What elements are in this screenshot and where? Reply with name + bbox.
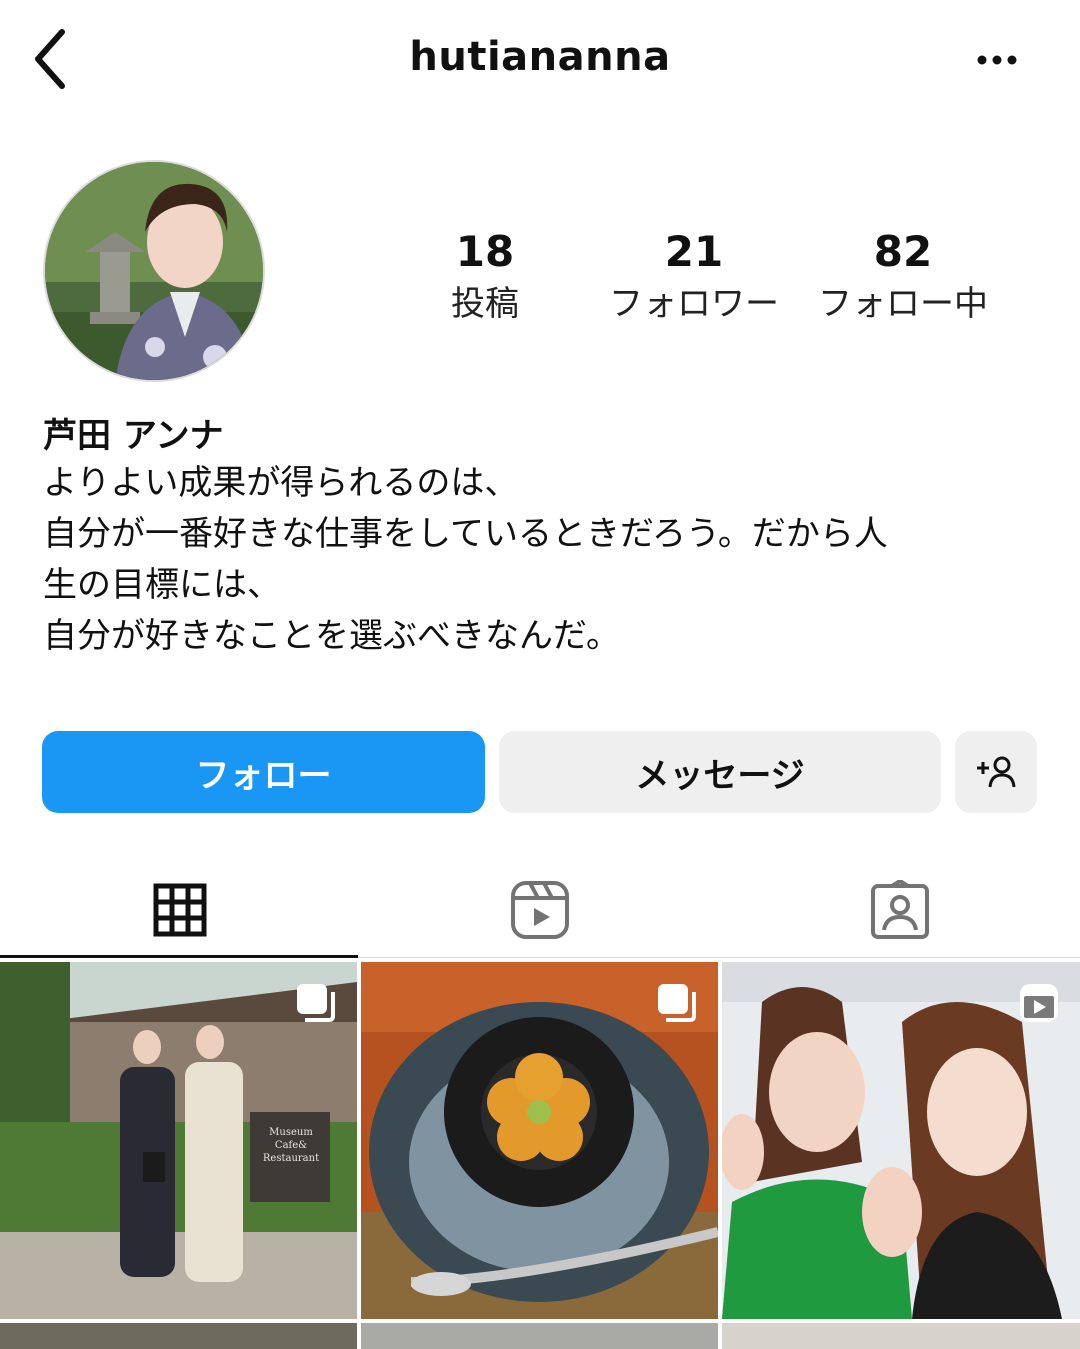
post-thumbnail-partial[interactable]: [0, 1323, 357, 1349]
tab-tagged[interactable]: [720, 865, 1080, 955]
grid-icon: [153, 883, 207, 937]
sign-line: Cafe&: [274, 1140, 308, 1151]
followers-label: フォロワー: [609, 284, 779, 324]
tab-reels[interactable]: [360, 865, 720, 955]
reel-icon: [1020, 984, 1058, 1022]
tab-grid[interactable]: [0, 865, 360, 955]
bio-line: 自分が好きなことを選ぶべきなんだ。: [43, 616, 620, 656]
tagged-icon: [871, 880, 929, 939]
post-thumbnail[interactable]: [361, 962, 718, 1319]
stat-following[interactable]: 82 フォロー中: [803, 226, 1003, 330]
post-thumbnail[interactable]: Museum Cafe& Restaurant: [0, 962, 357, 1319]
followers-count: 21: [664, 227, 724, 276]
carousel-icon: [658, 984, 696, 1022]
message-button[interactable]: メッセージ: [499, 731, 941, 813]
active-tab-indicator: [0, 955, 358, 958]
museum-sign-text: Museum Cafe& Restaurant: [258, 1126, 324, 1165]
stat-followers[interactable]: 21 フォロワー: [594, 226, 794, 330]
avatar[interactable]: [43, 160, 265, 382]
suggested-users-button[interactable]: [955, 731, 1037, 813]
posts-label: 投稿: [451, 284, 519, 324]
reels-icon: [511, 881, 569, 939]
following-count: 82: [873, 227, 933, 276]
more-options-button[interactable]: [968, 40, 1028, 80]
profile-username: hutiananna: [409, 34, 671, 80]
bio-line: 自分が一番好きな仕事をしているときだろう。だから人: [43, 514, 888, 554]
sign-line: Restaurant: [262, 1153, 320, 1164]
post-thumbnail[interactable]: [722, 962, 1080, 1319]
following-label: フォロー中: [818, 284, 988, 324]
bio-text: よりよい成果が得られるのは、 自分が一番好きな仕事をしているときだろう。だから人…: [43, 458, 1038, 662]
bio-line: 生の目標には、: [43, 565, 281, 605]
stat-posts: 18 投稿: [385, 226, 585, 330]
avatar-photo: [45, 162, 263, 380]
display-name: 芦田 アンナ: [43, 416, 224, 456]
sign-line: Museum: [269, 1127, 313, 1138]
carousel-icon: [297, 984, 335, 1022]
post-thumbnail-partial[interactable]: [361, 1323, 718, 1349]
add-person-icon: [977, 756, 1016, 788]
posts-count: 18: [455, 227, 515, 276]
follow-button[interactable]: フォロー: [42, 731, 485, 813]
more-dots-icon: [977, 55, 1017, 65]
bio-line: よりよい成果が得られるのは、: [43, 463, 519, 503]
post-thumbnail-partial[interactable]: [722, 1323, 1080, 1349]
